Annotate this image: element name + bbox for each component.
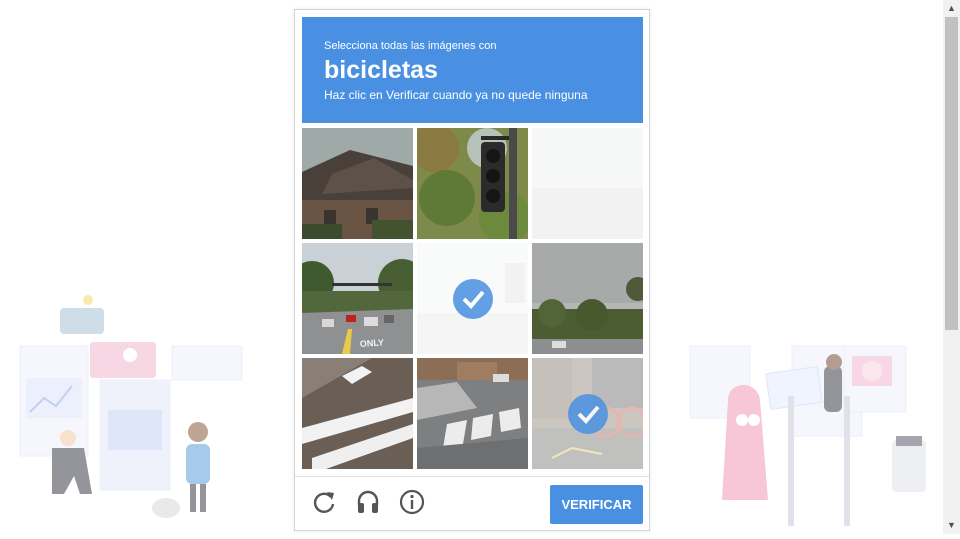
audio-icon[interactable]: [354, 488, 382, 516]
image-grid: ONLY: [302, 128, 644, 470]
selected-check-icon: [452, 278, 493, 319]
target-keyword: bicicletas: [324, 56, 438, 84]
image-tile-2[interactable]: [417, 128, 528, 239]
road-markings-image: [302, 358, 413, 469]
house-image: [302, 128, 413, 239]
image-tile-6[interactable]: [532, 243, 643, 354]
image-tile-8[interactable]: [417, 358, 528, 469]
captcha-header: Selecciona todas las imágenes con bicicl…: [302, 17, 643, 123]
hint-text: Haz clic en Verificar cuando ya no quede…: [324, 88, 588, 102]
page-scrollbar[interactable]: ▲ ▼: [943, 0, 960, 534]
image-tile-1[interactable]: [302, 128, 413, 239]
reload-icon[interactable]: [310, 488, 338, 516]
captcha-widget: Selecciona todas las imágenes con bicicl…: [294, 9, 650, 531]
verify-button[interactable]: VERIFICAR: [550, 485, 643, 524]
info-icon[interactable]: [398, 488, 426, 516]
image-tile-4[interactable]: ONLY: [302, 243, 413, 354]
road-marking-text: ONLY: [359, 337, 384, 349]
road-image: ONLY: [302, 243, 413, 354]
right-illustration: [688, 340, 944, 534]
scroll-down-icon[interactable]: ▼: [943, 517, 960, 534]
scrollbar-thumb[interactable]: [945, 17, 958, 330]
image-tile-5[interactable]: [417, 243, 528, 354]
image-tile-3[interactable]: [532, 128, 643, 239]
image-tile-7[interactable]: [302, 358, 413, 469]
crosswalk-image: [417, 358, 528, 469]
image-tile-9[interactable]: [532, 358, 643, 469]
instruction-text: Selecciona todas las imágenes con: [324, 40, 497, 52]
blank-image: [532, 128, 643, 239]
traffic-light-image: [417, 128, 528, 239]
sky-trees-image: [532, 243, 643, 354]
footer-divider: [295, 476, 649, 477]
selected-check-icon: [567, 393, 608, 434]
scroll-up-icon[interactable]: ▲: [943, 0, 960, 17]
left-illustration: [0, 280, 260, 534]
